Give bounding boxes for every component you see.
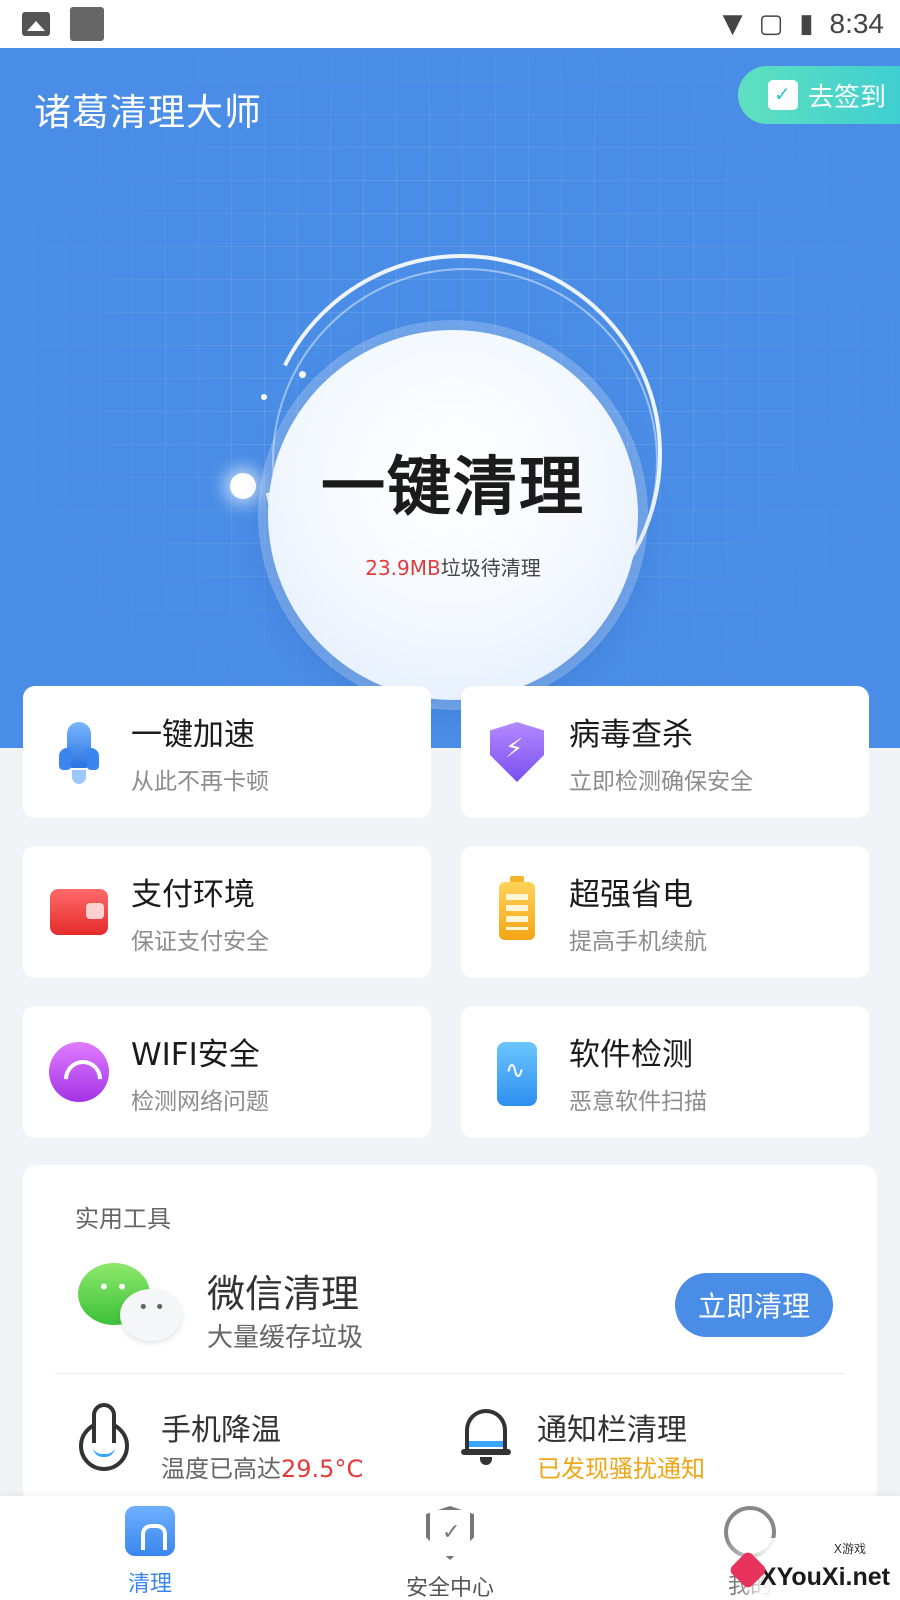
home-icon — [125, 1506, 175, 1556]
thermometer-icon — [79, 1403, 129, 1473]
watermark-small: X游戏 — [833, 1542, 866, 1556]
phone-scan-icon — [487, 1042, 547, 1106]
feature-title: 病毒查杀 — [569, 716, 693, 753]
battery-charging-icon: ▮ — [799, 9, 814, 39]
junk-suffix: 垃圾待清理 — [440, 555, 541, 580]
nav-tab-security[interactable]: 安全中心 — [360, 1506, 540, 1600]
shield-check-icon — [426, 1506, 474, 1560]
wechat-clean-title: 微信清理 — [207, 1272, 360, 1316]
junk-amount: 23.9MB — [365, 555, 441, 580]
signin-label: 去签到 — [808, 82, 887, 113]
shield-bolt-icon — [487, 722, 547, 782]
junk-summary: 23.9MB垃圾待清理 — [365, 552, 541, 581]
no-sim-icon: ▢ — [758, 9, 784, 39]
cooling-prefix: 温度已高达 — [161, 1455, 281, 1483]
image-notification-icon — [22, 12, 50, 36]
wechat-icon — [78, 1263, 188, 1343]
clean-title: 一键清理 — [321, 450, 585, 525]
bell-icon — [461, 1403, 511, 1469]
notification-clean-title[interactable]: 通知栏清理 — [537, 1405, 687, 1449]
tools-section-label: 实用工具 — [75, 1205, 171, 1233]
feature-card-payment[interactable]: 支付环境 保证支付安全 — [23, 846, 431, 978]
app-notification-icon — [70, 7, 104, 41]
feature-subtitle: 提高手机续航 — [569, 928, 707, 955]
feature-card-speedup[interactable]: 一键加速 从此不再卡顿 — [23, 686, 431, 818]
nav-tab-label: 安全中心 — [405, 1576, 494, 1600]
clock: 8:34 — [829, 8, 885, 39]
notification-clean-subtitle: 已发现骚扰通知 — [537, 1455, 705, 1483]
feature-title: 超强省电 — [569, 876, 693, 913]
feature-title: 一键加速 — [131, 716, 255, 753]
one-click-clean-button[interactable]: 一键清理 23.9MB垃圾待清理 — [268, 330, 638, 700]
feature-card-antivirus[interactable]: 病毒查杀 立即检测确保安全 — [461, 686, 869, 818]
feature-subtitle: 恶意软件扫描 — [569, 1088, 707, 1115]
status-bar: ▼ ▢ ▮ 8:34 — [0, 0, 900, 48]
wifi-icon — [49, 1042, 109, 1102]
wechat-clean-button[interactable]: 立即清理 — [675, 1273, 833, 1337]
battery-icon — [487, 876, 547, 942]
watermark-text: XYouXi.net — [759, 1563, 890, 1591]
calendar-check-icon — [768, 80, 798, 110]
nav-tab-label: 清理 — [127, 1572, 172, 1597]
feature-subtitle: 立即检测确保安全 — [569, 768, 753, 795]
progress-ring-knob — [230, 473, 256, 499]
feature-card-power-saving[interactable]: 超强省电 提高手机续航 — [461, 846, 869, 978]
watermark: X游戏 XYouXi.net — [724, 1538, 896, 1596]
rocket-icon — [49, 722, 109, 784]
wallet-icon — [49, 882, 109, 942]
temperature-value: 29.5°C — [281, 1455, 364, 1483]
nav-tab-clean[interactable]: 清理 — [60, 1506, 240, 1598]
phone-cooling-title[interactable]: 手机降温 — [161, 1405, 281, 1449]
feature-title: 支付环境 — [131, 876, 255, 913]
feature-title: WIFI安全 — [131, 1036, 260, 1073]
phone-cooling-subtitle: 温度已高达29.5°C — [161, 1449, 363, 1484]
feature-subtitle: 检测网络问题 — [131, 1088, 269, 1115]
wifi-signal-icon: ▼ — [722, 9, 743, 39]
signin-button[interactable]: 去签到 — [738, 66, 900, 124]
hero-panel: 诸葛清理大师 去签到 一键清理 23.9MB垃圾待清理 — [0, 48, 900, 748]
app-title: 诸葛清理大师 — [34, 91, 262, 134]
tools-panel: 实用工具 微信清理 大量缓存垃圾 立即清理 手机降温 温度已高达29.5°C 通… — [23, 1165, 877, 1505]
divider — [55, 1373, 845, 1374]
feature-subtitle: 从此不再卡顿 — [131, 768, 269, 795]
feature-title: 软件检测 — [569, 1036, 693, 1073]
wechat-clean-subtitle: 大量缓存垃圾 — [207, 1323, 364, 1353]
feature-card-wifi[interactable]: WIFI安全 检测网络问题 — [23, 1006, 431, 1138]
feature-subtitle: 保证支付安全 — [131, 928, 269, 955]
feature-card-app-scan[interactable]: 软件检测 恶意软件扫描 — [461, 1006, 869, 1138]
